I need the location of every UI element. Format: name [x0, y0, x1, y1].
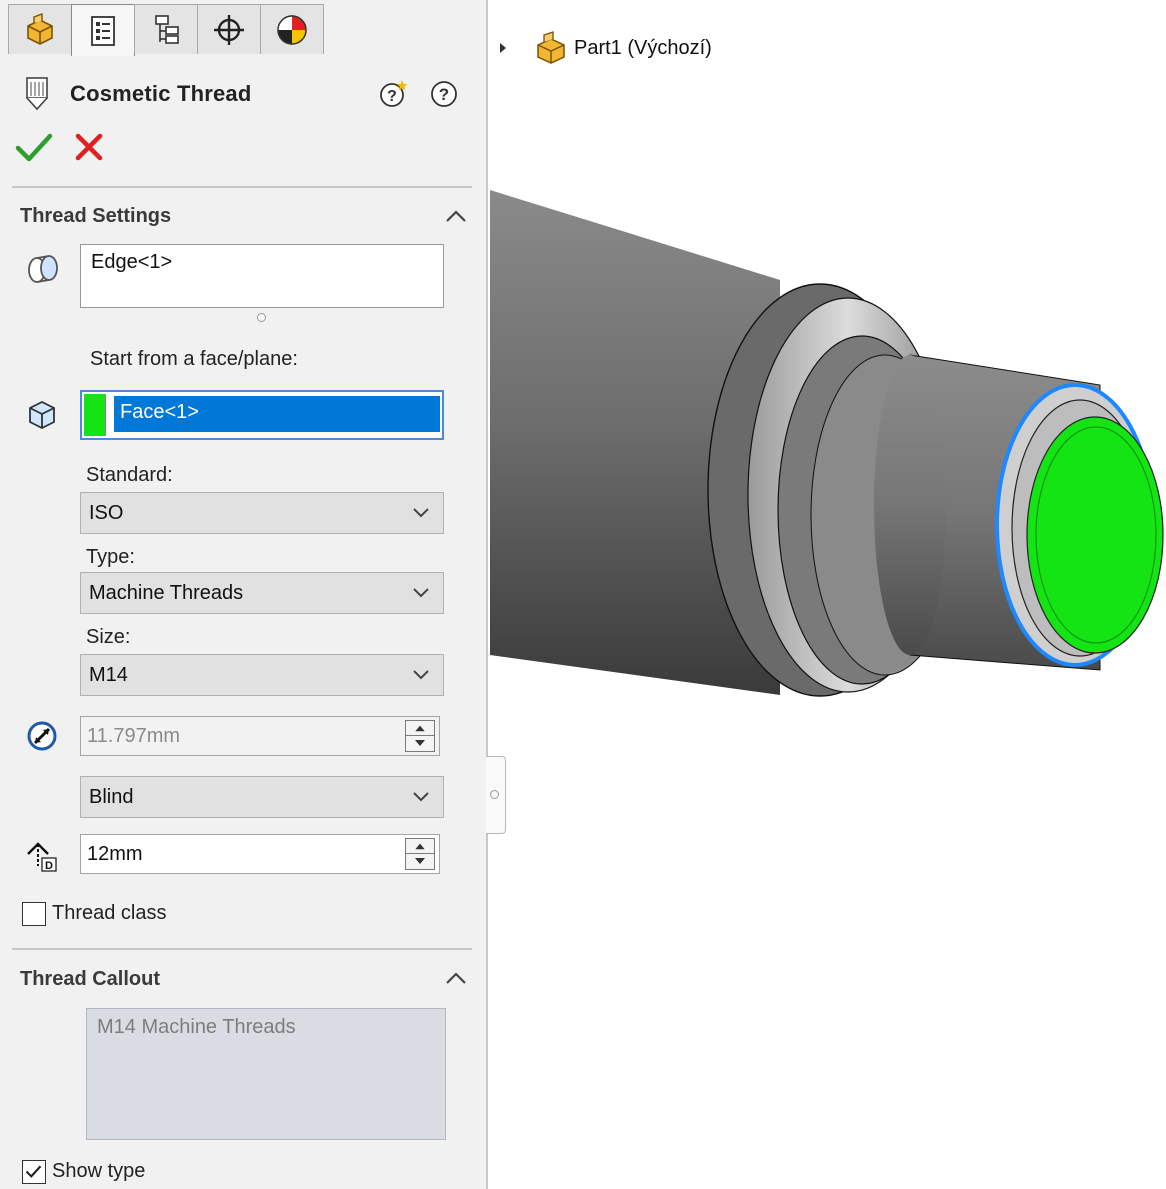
edge-selection-icon — [28, 255, 58, 283]
cosmetic-thread-icon — [26, 77, 48, 111]
help-icon[interactable]: ? — [428, 78, 460, 110]
size-select[interactable]: M14 — [80, 654, 444, 696]
svg-text:?: ? — [387, 88, 397, 105]
ok-button[interactable] — [14, 128, 54, 166]
show-type-label[interactable]: Show type — [52, 1160, 145, 1183]
end-condition-value: Blind — [89, 786, 134, 808]
chevron-up-icon[interactable] — [442, 206, 470, 226]
face-selection-value[interactable]: Face<1> — [114, 396, 440, 432]
svg-text:?: ? — [439, 85, 449, 104]
depth-input[interactable]: 12mm — [80, 834, 440, 874]
resize-handle[interactable] — [257, 313, 266, 322]
cancel-button[interactable] — [70, 128, 108, 166]
end-condition-select[interactable]: Blind — [80, 776, 444, 818]
divider — [12, 948, 472, 950]
property-manager-icon — [91, 15, 115, 46]
chevron-down-icon — [413, 508, 429, 518]
page-title: Cosmetic Thread — [70, 81, 252, 106]
chevron-down-icon — [413, 670, 429, 680]
tab-configuration-manager[interactable] — [134, 4, 198, 54]
flyout-feature-tree: Part1 (Výchozí) — [496, 30, 712, 66]
svg-text:D: D — [45, 860, 53, 872]
splitter-handle-dot — [490, 790, 499, 799]
standard-label: Standard: — [86, 464, 173, 486]
selected-start-face[interactable] — [1026, 416, 1164, 654]
face-selection-icon — [29, 400, 55, 430]
spin-down-icon[interactable] — [406, 854, 434, 869]
feature-manager-icon — [27, 12, 53, 45]
standard-value: ISO — [89, 502, 124, 524]
minor-diameter-input[interactable]: 11.797mm — [80, 716, 440, 756]
thread-callout-text[interactable]: M14 Machine Threads — [86, 1008, 446, 1140]
type-label: Type: — [86, 546, 135, 568]
display-manager-icon — [277, 14, 307, 45]
spin-up-icon[interactable] — [406, 721, 434, 736]
tab-dimxpert-manager[interactable] — [197, 4, 261, 54]
depth-spinner[interactable] — [405, 838, 435, 870]
minor-diameter-value: 11.797mm — [87, 725, 181, 747]
configuration-manager-icon — [155, 14, 179, 44]
standard-select[interactable]: ISO — [80, 492, 444, 534]
type-value: Machine Threads — [89, 582, 244, 604]
expand-arrow-icon[interactable] — [496, 41, 510, 55]
depth-icon: D — [27, 842, 57, 872]
divider — [12, 186, 472, 188]
spin-up-icon[interactable] — [406, 839, 434, 854]
size-value: M14 — [89, 664, 128, 686]
show-type-checkbox[interactable] — [22, 1160, 46, 1184]
thread-class-checkbox[interactable] — [22, 902, 46, 926]
thread-class-label[interactable]: Thread class — [52, 902, 167, 925]
tab-feature-manager[interactable] — [8, 4, 72, 54]
tab-display-manager[interactable] — [260, 4, 324, 54]
spin-down-icon[interactable] — [406, 736, 434, 751]
selection-color-swatch — [84, 394, 106, 436]
thread-settings-heading: Thread Settings — [20, 205, 172, 227]
panel-splitter[interactable] — [486, 756, 506, 834]
whats-new-help-icon[interactable]: ? — [378, 78, 410, 110]
panel-header: Cosmetic Thread ? ? — [22, 74, 468, 114]
manager-tabs — [8, 4, 324, 56]
tab-property-manager[interactable] — [71, 4, 135, 56]
start-face-label: Start from a face/plane: — [90, 348, 298, 370]
size-label: Size: — [86, 626, 131, 648]
chevron-down-icon — [413, 792, 429, 802]
edge-selection-box[interactable]: Edge<1> — [80, 244, 444, 308]
property-manager-panel: Cosmetic Thread ? ? Thread Settings Edge… — [0, 0, 488, 1189]
thread-callout-heading: Thread Callout — [20, 968, 161, 990]
chevron-down-icon — [413, 588, 429, 598]
depth-value: 12mm — [87, 843, 143, 865]
diameter-spinner[interactable] — [405, 720, 435, 752]
diameter-icon — [27, 721, 57, 751]
type-select[interactable]: Machine Threads — [80, 572, 444, 614]
dimxpert-manager-icon — [214, 14, 244, 45]
part-icon — [537, 31, 565, 64]
checkmark-icon — [25, 1165, 42, 1178]
face-selection-box[interactable]: Face<1> — [80, 390, 444, 440]
chevron-up-icon[interactable] — [442, 968, 470, 988]
part-name-label[interactable]: Part1 (Výchozí) — [574, 37, 712, 60]
graphics-viewport[interactable] — [490, 150, 1166, 750]
